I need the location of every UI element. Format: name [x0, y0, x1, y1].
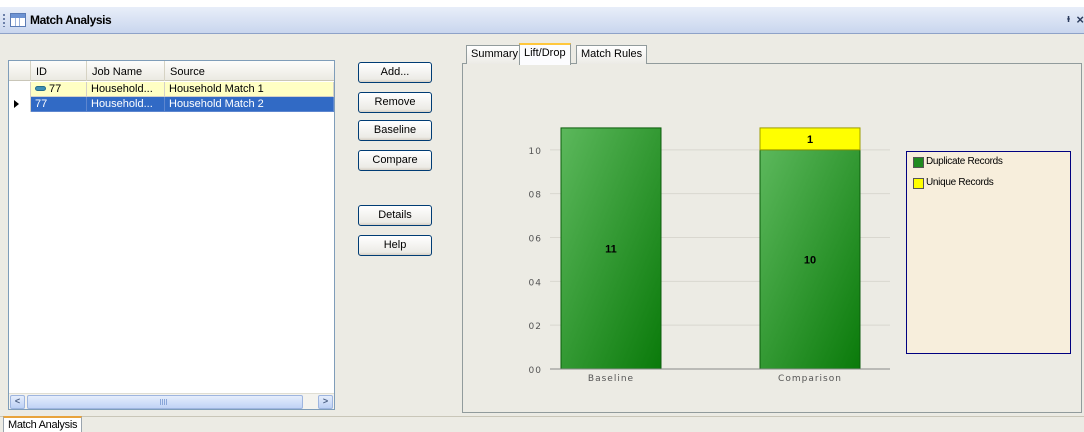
y-tick-label: 04 — [529, 278, 542, 288]
x-tick-label: Comparison — [778, 374, 842, 384]
bottom-tab-strip — [0, 416, 1084, 432]
data-label: 11 — [605, 243, 617, 255]
data-label: 1 — [807, 134, 813, 146]
y-tick-label: 10 — [529, 147, 542, 157]
chart-legend: Duplicate Records Unique Records — [906, 151, 1071, 354]
y-tick-label: 08 — [529, 191, 542, 201]
legend-swatch-duplicate — [913, 157, 924, 168]
x-tick-label: Baseline — [588, 374, 634, 384]
y-tick-label: 00 — [529, 366, 542, 376]
tab-match-analysis[interactable]: Match Analysis — [3, 416, 83, 432]
data-label: 10 — [804, 254, 816, 266]
tab-lift-drop[interactable]: Lift/Drop — [519, 43, 571, 65]
y-tick-label: 02 — [529, 322, 542, 332]
y-tick-label: 06 — [529, 235, 542, 245]
legend-swatch-unique — [913, 178, 924, 189]
